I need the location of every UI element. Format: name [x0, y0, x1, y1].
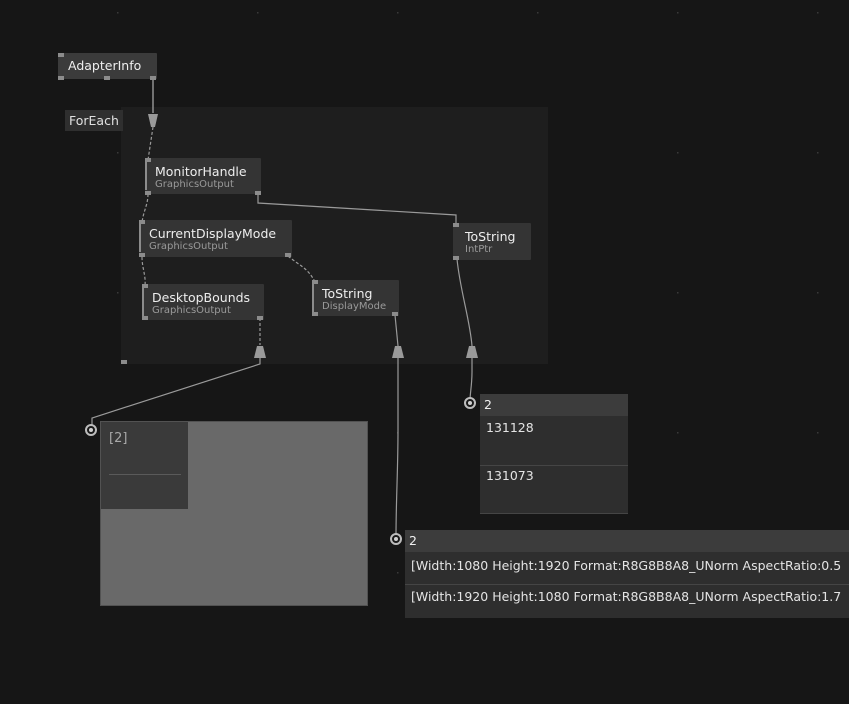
- output-pin[interactable]: [145, 191, 151, 195]
- node-current-display-mode[interactable]: CurrentDisplayMode GraphicsOutput: [139, 220, 292, 257]
- preview-count-label: [2]: [109, 431, 128, 446]
- list-item[interactable]: 131073: [480, 466, 628, 514]
- viewer-header: 2: [405, 530, 849, 552]
- node-subtitle: GraphicsOutput: [149, 241, 228, 252]
- input-pin[interactable]: [453, 223, 459, 227]
- node-title: CurrentDisplayMode: [149, 226, 277, 241]
- region-corner-pin[interactable]: [121, 360, 127, 364]
- output-pin[interactable]: [257, 316, 263, 320]
- foreach-region-label[interactable]: ForEach: [65, 110, 123, 131]
- grid-dot: [397, 572, 399, 574]
- grid-dot: [677, 292, 679, 294]
- viewer-header: 2: [480, 394, 628, 416]
- grid-dot: [537, 12, 539, 14]
- grid-dot: [677, 152, 679, 154]
- preview-divider: [109, 474, 181, 475]
- list-item-value: [Width:1920 Height:1080 Format:R8G8B8A8_…: [411, 589, 842, 604]
- input-bar: [145, 162, 147, 190]
- grid-dot: [817, 152, 819, 154]
- output-pin[interactable]: [58, 76, 64, 80]
- bounds-preview-viewer[interactable]: [2]: [100, 421, 368, 606]
- output-pin[interactable]: [150, 76, 156, 80]
- node-tostring-intptr[interactable]: ToString IntPtr: [453, 223, 531, 260]
- node-title: AdapterInfo: [68, 58, 142, 73]
- node-title: MonitorHandle: [155, 164, 247, 179]
- input-bar: [312, 284, 314, 312]
- bounds-preview-list: [2]: [101, 422, 188, 509]
- viewer-count: 2: [484, 397, 492, 412]
- viewer-count: 2: [409, 533, 417, 548]
- grid-dot: [817, 292, 819, 294]
- node-subtitle: GraphicsOutput: [152, 305, 231, 316]
- node-monitor-handle[interactable]: MonitorHandle GraphicsOutput: [145, 158, 261, 194]
- node-title: DesktopBounds: [152, 290, 251, 305]
- grid-dot: [397, 432, 399, 434]
- output-pin[interactable]: [255, 191, 261, 195]
- grid-dot: [817, 432, 819, 434]
- list-item-value: [Width:1080 Height:1920 Format:R8G8B8A8_…: [411, 558, 842, 573]
- output-pin[interactable]: [104, 76, 110, 80]
- output-pin[interactable]: [312, 312, 318, 316]
- grid-dot: [677, 12, 679, 14]
- grid-dot: [117, 152, 119, 154]
- input-bar: [139, 224, 141, 252]
- grid-dot: [677, 432, 679, 434]
- input-bar: [142, 288, 144, 316]
- output-pin[interactable]: [285, 253, 291, 257]
- viewer-handle-handles[interactable]: [464, 397, 476, 409]
- viewer-handle-bounds[interactable]: [85, 424, 97, 436]
- input-pin[interactable]: [58, 53, 64, 57]
- display-modes-viewer[interactable]: 2 [Width:1080 Height:1920 Format:R8G8B8A…: [405, 530, 849, 618]
- grid-dot: [117, 12, 119, 14]
- output-pin[interactable]: [142, 316, 148, 320]
- node-subtitle: GraphicsOutput: [155, 179, 234, 190]
- node-title: ToString: [322, 286, 373, 301]
- node-subtitle: DisplayMode: [322, 301, 387, 312]
- grid-dot: [257, 12, 259, 14]
- list-item-value: 131073: [486, 468, 534, 483]
- node-tostring-displaymode[interactable]: ToString DisplayMode: [312, 280, 399, 316]
- handles-viewer[interactable]: 2 131128 131073: [480, 394, 628, 514]
- list-item[interactable]: [Width:1920 Height:1080 Format:R8G8B8A8_…: [405, 585, 849, 617]
- list-item[interactable]: [Width:1080 Height:1920 Format:R8G8B8A8_…: [405, 554, 849, 585]
- output-pin[interactable]: [139, 253, 145, 257]
- grid-dot: [397, 12, 399, 14]
- node-title: ToString: [465, 229, 516, 244]
- viewer-handle-modes[interactable]: [390, 533, 402, 545]
- list-item[interactable]: 131128: [480, 418, 628, 466]
- node-subtitle: IntPtr: [465, 244, 493, 255]
- grid-dot: [117, 292, 119, 294]
- output-pin[interactable]: [392, 312, 398, 316]
- list-item-value: 131128: [486, 420, 534, 435]
- grid-dot: [817, 12, 819, 14]
- node-desktop-bounds[interactable]: DesktopBounds GraphicsOutput: [142, 284, 264, 320]
- output-pin[interactable]: [453, 256, 459, 260]
